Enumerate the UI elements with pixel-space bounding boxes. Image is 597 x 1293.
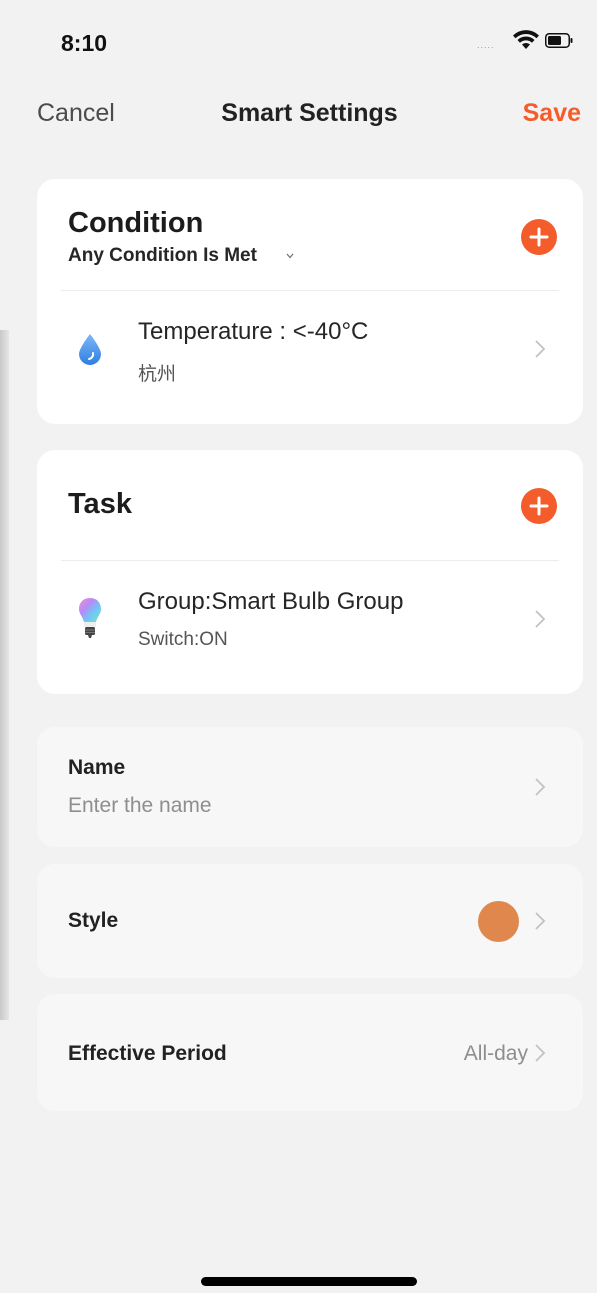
name-label: Name (68, 756, 126, 779)
battery-icon (545, 33, 573, 48)
plus-icon (529, 227, 549, 247)
condition-match-mode-dropdown[interactable]: Any Condition Is Met (68, 243, 308, 269)
chevron-down-icon (286, 253, 294, 259)
name-row[interactable]: Name Enter the name (37, 727, 583, 847)
condition-match-mode-label: Any Condition Is Met (68, 245, 257, 266)
chevron-right-icon (535, 912, 546, 930)
condition-item-subtitle: 杭州 (138, 364, 177, 385)
effective-period-value: All-day (463, 1042, 528, 1065)
page-title: Smart Settings (221, 99, 398, 127)
wifi-icon (513, 30, 539, 49)
add-task-button[interactable] (521, 488, 557, 524)
status-time: 8:10 (61, 30, 108, 56)
status-bar: 8:10 ..... (0, 0, 597, 90)
task-item[interactable]: Group:Smart Bulb Group Switch:ON (37, 561, 583, 681)
style-color-swatch (478, 901, 519, 942)
water-drop-icon (79, 334, 101, 365)
chevron-right-icon (535, 1044, 546, 1062)
task-item-title: Group:Smart Bulb Group (138, 588, 404, 615)
task-card: Task Group:Smart Bulb Group Switch:ON (37, 450, 583, 694)
left-edge-shadow (0, 330, 9, 1020)
style-row[interactable]: Style (37, 864, 583, 978)
name-placeholder: Enter the name (68, 794, 212, 817)
condition-card: Condition Any Condition Is Met Temperatu… (37, 179, 583, 424)
task-heading: Task (68, 488, 132, 520)
effective-period-row[interactable]: Effective Period All-day (37, 994, 583, 1111)
chevron-right-icon (535, 778, 546, 796)
add-condition-button[interactable] (521, 219, 557, 255)
chevron-right-icon (535, 610, 546, 628)
save-button[interactable]: Save (523, 99, 581, 128)
home-indicator (201, 1277, 417, 1286)
signal-icon: ..... (477, 40, 495, 50)
condition-heading: Condition (68, 207, 204, 239)
condition-item-title: Temperature : <-40°C (138, 318, 369, 345)
style-label: Style (68, 909, 119, 932)
condition-item[interactable]: Temperature : <-40°C 杭州 (37, 291, 583, 409)
plus-icon (529, 496, 549, 516)
task-item-subtitle: Switch:ON (138, 629, 228, 650)
light-bulb-icon (79, 598, 101, 638)
navigation-bar: Cancel Smart Settings Save (0, 90, 597, 140)
effective-period-label: Effective Period (68, 1042, 227, 1065)
chevron-right-icon (535, 340, 546, 358)
